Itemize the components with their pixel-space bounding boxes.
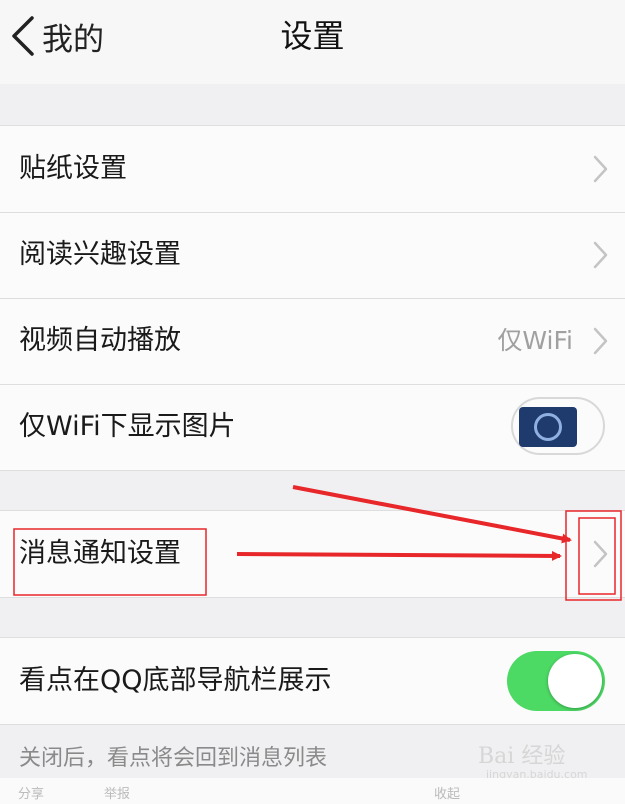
baidu-jingyan-watermark: Bai 经验 jingyan.baidu.com xyxy=(478,738,618,782)
chevron-right-icon xyxy=(593,241,608,269)
collapse-link[interactable]: 收起 xyxy=(434,783,460,802)
page-title: 设置 xyxy=(280,17,345,55)
reading-interest-row[interactable]: 阅读兴趣设置 xyxy=(0,212,625,298)
toggle-knob xyxy=(548,654,602,708)
wifi-images-row: 仅WiFi下显示图片 xyxy=(0,384,625,470)
notification-settings-row[interactable]: 消息通知设置 xyxy=(0,511,625,597)
watermark-brand: Bai 经验 xyxy=(478,744,566,769)
settings-group-kandian: 看点在QQ底部导航栏展示 xyxy=(0,637,625,725)
chevron-right-icon xyxy=(593,540,608,568)
footer-note: 关闭后，看点将会回到消息列表 xyxy=(19,746,328,771)
kandian-tab-row: 看点在QQ底部导航栏展示 xyxy=(0,638,625,724)
kandian-tab-toggle[interactable] xyxy=(507,651,605,711)
report-link[interactable]: 举报 xyxy=(104,783,130,802)
wifi-images-toggle[interactable] xyxy=(511,397,605,455)
settings-group-general: 贴纸设置 阅读兴趣设置 视频自动播放 仅WiFi 仅WiFi下显示图片 xyxy=(0,125,625,471)
wifi-images-label: 仅WiFi下显示图片 xyxy=(19,411,236,442)
sticker-settings-row[interactable]: 贴纸设置 xyxy=(0,126,625,212)
sticker-settings-label: 贴纸设置 xyxy=(19,153,127,184)
nav-bar: 我的 设置 xyxy=(0,0,625,84)
video-autoplay-row[interactable]: 视频自动播放 仅WiFi xyxy=(0,298,625,384)
chevron-right-icon xyxy=(593,327,608,355)
kandian-tab-label: 看点在QQ底部导航栏展示 xyxy=(19,665,332,696)
video-autoplay-label: 视频自动播放 xyxy=(19,325,181,356)
notification-settings-label: 消息通知设置 xyxy=(19,538,181,569)
reading-interest-label: 阅读兴趣设置 xyxy=(19,239,181,270)
settings-group-notifications: 消息通知设置 xyxy=(0,510,625,598)
toggle-knob xyxy=(519,407,577,447)
watermark-bar: 分享 举报 收起 xyxy=(0,778,625,804)
share-link[interactable]: 分享 xyxy=(18,783,44,802)
video-autoplay-value: 仅WiFi xyxy=(497,326,573,355)
chevron-right-icon xyxy=(593,155,608,183)
